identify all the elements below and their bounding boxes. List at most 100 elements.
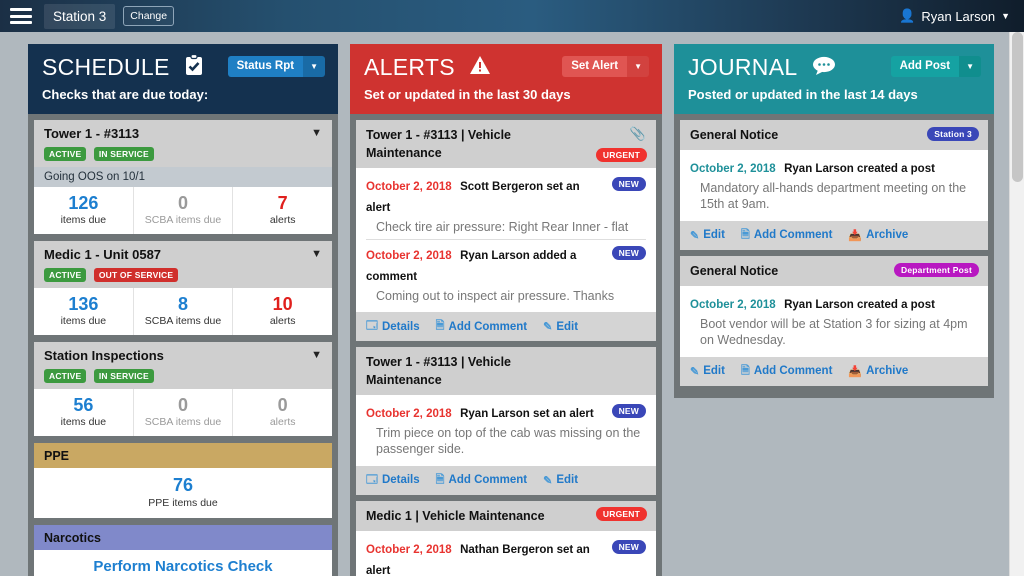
stat-value: 0 [277,394,288,415]
stat-scba-items-due[interactable]: 8 SCBA items due [134,287,234,335]
edit-action[interactable]: ✎ Edit [543,317,578,336]
edit-label: Edit [556,474,579,487]
add-post-button[interactable]: Add Post ▼ [890,56,981,77]
ppe-body[interactable]: 76 PPE items due [34,468,332,518]
status-report-caret[interactable]: ▼ [303,56,325,77]
hamburger-menu-icon[interactable] [10,8,32,24]
journal-card-header[interactable]: General Notice Station 3 [680,120,988,150]
pencil-icon: ✎ [543,321,553,334]
schedule-panel: SCHEDULE Status Rpt ▼ Checks that are du… [28,44,338,576]
user-menu[interactable]: 👤 Ryan Larson ▼ [899,8,1010,24]
station-label[interactable]: Station 3 [44,3,116,29]
schedule-unit-card: Tower 1 - #3113 ▼ ACTIVE IN SERVICE Goin… [34,120,332,234]
entry-author: Ryan Larson created a post [784,163,935,175]
alert-entries: October 2, 2018 Scott Bergeron set an al… [356,168,656,312]
entry-heading: October 2, 2018 Ryan Larson created a po… [690,158,978,179]
add-comment-label: Add Comment [753,229,833,242]
narcotics-header[interactable]: Narcotics [34,524,332,550]
change-station-button[interactable]: Change [123,6,175,26]
journal-card-title: General Notice [690,128,779,142]
journal-panel-body: General Notice Station 3 October 2, 2018… [674,114,994,398]
stat-alerts[interactable]: 0 alerts [233,389,332,436]
alert-entries: October 2, 2018 Nathan Bergeron set an a… [356,531,656,576]
ppe-header[interactable]: PPE [34,442,332,468]
comment-icon: 🗎 [740,364,750,377]
add-comment-action[interactable]: 🗎 Add Comment [741,362,832,381]
journal-card-header[interactable]: General Notice Department Post [680,255,988,286]
edit-action[interactable]: ✎ Edit [690,362,725,381]
journal-card-title: General Notice [690,263,779,278]
stat-value: 0 [178,193,189,213]
entry-body: Coming out to inspect air pressure. Than… [376,288,615,303]
alert-entry: October 2, 2018 Ryan Larson added a comm… [366,239,646,308]
entry-heading: October 2, 2018 Ryan Larson set an alert [366,403,646,424]
alert-card-title: Medic 1 | Vehicle Maintenance [366,508,545,523]
unit-oos-note: Going OOS on 10/1 [34,167,332,187]
urgent-badge: URGENT [595,148,647,162]
stat-scba-items-due[interactable]: 0 SCBA items due [134,187,234,234]
alert-card-actions: 🗔 Details 🗎 Add Comment ✎ Edit [356,465,656,495]
archive-action[interactable]: 📥 Archive [848,362,908,381]
details-action[interactable]: 🗔 Details [366,471,420,490]
status-badge-active: ACTIVE [44,368,87,383]
stat-items-due[interactable]: 56 items due [34,388,134,436]
status-badge-service: IN SERVICE [93,147,154,161]
ppe-label: PPE items due [148,496,218,509]
pencil-icon: ✎ [690,229,700,242]
ppe-card: PPE 76 PPE items due [34,442,332,518]
status-report-button[interactable]: Status Rpt ▼ [227,56,325,77]
page-scrollbar[interactable] [1009,32,1024,576]
alert-card-header[interactable]: Tower 1 - #3113 | Vehicle Maintenance [356,347,656,396]
alert-card-header[interactable]: Tower 1 - #3113 | Vehicle Maintenance 📎 … [356,120,656,168]
alert-card-header[interactable]: Medic 1 | Vehicle Maintenance URGENT [356,500,656,531]
alerts-title: ALERTS [364,54,455,80]
add-comment-action[interactable]: 🗎 Add Comment [741,226,832,245]
stat-items-due[interactable]: 126 items due [34,187,134,234]
warning-triangle-icon [469,55,491,80]
ppe-count: 76 [172,474,194,495]
paperclip-icon[interactable]: 📎 [630,126,646,142]
unit-header[interactable]: Medic 1 - Unit 0587 ▼ ACTIVE OUT OF SERV… [34,240,332,288]
add-post-caret[interactable]: ▼ [959,56,981,77]
perform-narcotics-check-link[interactable]: Perform Narcotics Check [34,558,332,575]
chevron-down-icon[interactable]: ▼ [311,349,322,361]
new-badge: NEW [611,246,646,261]
stat-scba-items-due[interactable]: 0 SCBA items due [134,388,234,436]
stat-value: 126 [68,193,99,213]
archive-icon: 📥 [848,365,863,378]
chevron-down-icon[interactable]: ▼ [311,127,322,139]
add-comment-action[interactable]: 🗎 Add Comment [436,471,527,490]
user-name-label: Ryan Larson [921,8,996,24]
unit-header[interactable]: Station Inspections ▼ ACTIVE IN SERVICE [34,341,332,389]
stat-alerts[interactable]: 7 alerts [233,187,332,234]
entry-body: Check tire air pressure: Right Rear Inne… [376,219,629,234]
entry-date: October 2, 2018 [366,181,452,193]
journal-entries: October 2, 2018 Ryan Larson created a po… [680,150,988,221]
stat-items-due[interactable]: 136 items due [34,287,134,335]
chevron-down-icon[interactable]: ▼ [311,248,322,260]
entry-date: October 2, 2018 [366,250,452,263]
details-action[interactable]: 🗔 Details [366,317,420,336]
stat-alerts[interactable]: 10 alerts [233,288,332,335]
edit-action[interactable]: ✎ Edit [690,226,725,245]
stat-label: SCBA items due [144,415,222,428]
alert-entry: October 2, 2018 Scott Bergeron set an al… [366,173,646,239]
stat-label: SCBA items due [144,213,222,226]
unit-badges: ACTIVE OUT OF SERVICE [44,265,322,283]
set-alert-button[interactable]: Set Alert ▼ [562,56,649,77]
edit-action[interactable]: ✎ Edit [543,471,578,490]
stat-value: 136 [68,293,99,314]
unit-stats: 136 items due 8 SCBA items due 10 alerts [34,287,332,335]
archive-action[interactable]: 📥 Archive [848,226,908,245]
set-alert-caret[interactable]: ▼ [627,56,649,77]
add-comment-label: Add Comment [448,474,528,487]
scrollbar-thumb[interactable] [1012,32,1023,182]
unit-title: Medic 1 - Unit 0587 [44,246,162,262]
entry-author: Ryan Larson set an alert [460,408,594,421]
entry-date: October 2, 2018 [366,543,452,556]
unit-stats: 56 items due 0 SCBA items due 0 alerts [34,388,332,436]
unit-header[interactable]: Tower 1 - #3113 ▼ ACTIVE IN SERVICE [34,120,332,167]
comment-icon: 🗎 [740,228,750,241]
add-comment-action[interactable]: 🗎 Add Comment [436,317,527,336]
details-icon: 🗔 [366,320,378,333]
